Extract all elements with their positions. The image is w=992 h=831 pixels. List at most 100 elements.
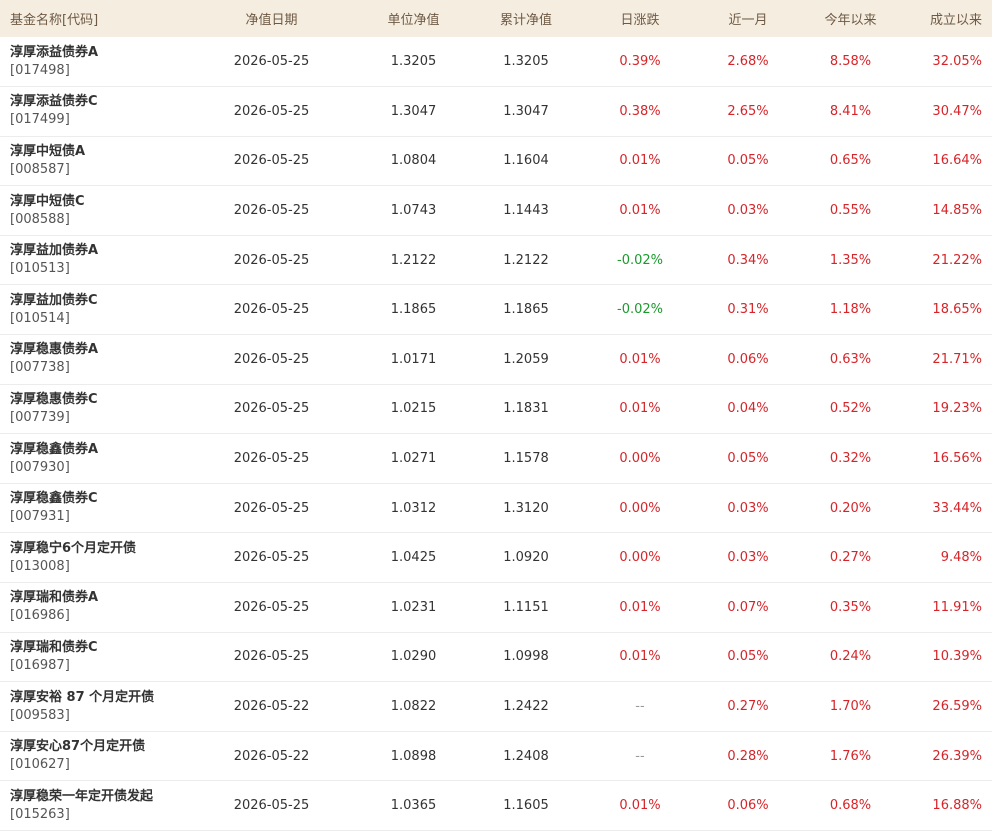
daily-change-cell: 0.01% <box>619 203 661 219</box>
fund-name-link[interactable]: 淳厚稳宁6个月定开债 <box>10 540 186 558</box>
one-month-return-cell: 0.31% <box>727 302 769 318</box>
table-row[interactable]: 淳厚瑞和债券A [016986] 2026-05-25 1.0231 1.1151 0.0… <box>0 583 992 633</box>
ytd-return-cell: 0.32% <box>829 451 872 467</box>
fund-code: [015263] <box>10 806 70 822</box>
header-fund-name[interactable]: 基金名称[代码] <box>0 0 186 37</box>
ytd-return-cell: 0.55% <box>829 203 872 219</box>
daily-change-cell: -0.02% <box>617 302 663 318</box>
header-one-month[interactable]: 近一月 <box>698 0 798 37</box>
fund-name-link[interactable]: 淳厚安心87个月定开债 <box>10 738 186 756</box>
table-row[interactable]: 淳厚安心87个月定开债 [010627] 2026-05-22 1.0898 1.240… <box>0 731 992 781</box>
fund-name-link[interactable]: 淳厚稳鑫债券C <box>10 490 186 508</box>
fund-name-link[interactable]: 淳厚中短债C <box>10 193 186 211</box>
table-row[interactable]: 淳厚稳鑫债券A [007930] 2026-05-25 1.0271 1.1578 0.0… <box>0 434 992 484</box>
since-inception-return-cell: 18.65% <box>932 302 982 318</box>
fund-name-cell: 淳厚中短债A [008587] <box>0 136 186 186</box>
header-acc-nav[interactable]: 累计净值 <box>470 0 582 37</box>
fund-name-cell: 淳厚稳宁6个月定开债 [013008] <box>0 533 186 583</box>
fund-name-link[interactable]: 淳厚益加债券A <box>10 242 186 260</box>
nav-date-cell: 2026-05-25 <box>233 798 310 814</box>
header-since-inception[interactable]: 成立以来 <box>903 0 992 37</box>
table-row[interactable]: 淳厚稳荣一年定开债发起 [015263] 2026-05-25 1.0365 1.160… <box>0 781 992 831</box>
daily-change-cell: 0.01% <box>619 798 661 814</box>
table-row[interactable]: 淳厚益加债券C [010514] 2026-05-25 1.1865 1.1865 -0.… <box>0 285 992 335</box>
unit-nav-cell: 1.2122 <box>390 252 437 268</box>
fund-name-link[interactable]: 淳厚瑞和债券A <box>10 589 186 607</box>
header-ytd[interactable]: 今年以来 <box>798 0 903 37</box>
fund-name-link[interactable]: 淳厚益加债券C <box>10 292 186 310</box>
fund-code: [007738] <box>10 360 70 376</box>
one-month-return-cell: 2.68% <box>727 54 769 70</box>
nav-date-cell: 2026-05-25 <box>233 649 310 665</box>
table-row[interactable]: 淳厚稳鑫债券C [007931] 2026-05-25 1.0312 1.3120 0.0… <box>0 483 992 533</box>
acc-nav-cell: 1.2059 <box>503 351 549 367</box>
header-unit-nav[interactable]: 单位净值 <box>357 0 470 37</box>
acc-nav-cell: 1.2122 <box>503 252 549 268</box>
nav-date-cell: 2026-05-25 <box>233 599 310 615</box>
one-month-return-cell: 0.34% <box>727 252 769 268</box>
one-month-return-cell: 0.05% <box>727 153 769 169</box>
nav-date-cell: 2026-05-25 <box>233 153 310 169</box>
fund-code: [010514] <box>10 310 70 326</box>
acc-nav-cell: 1.3120 <box>503 500 549 516</box>
since-inception-return-cell: 11.91% <box>932 599 982 615</box>
fund-name-link[interactable]: 淳厚稳惠债券C <box>10 391 186 409</box>
acc-nav-cell: 1.0998 <box>503 649 549 665</box>
nav-date-cell: 2026-05-25 <box>233 351 310 367</box>
table-row[interactable]: 淳厚安裕 87 个月定开债 [009583] 2026-05-22 1.0822 1.2… <box>0 682 992 732</box>
daily-change-cell: 0.00% <box>619 500 661 516</box>
fund-code: [017498] <box>10 62 70 78</box>
fund-name-link[interactable]: 淳厚瑞和债券C <box>10 639 186 657</box>
header-nav-date[interactable]: 净值日期 <box>186 0 357 37</box>
ytd-return-cell: 0.68% <box>829 798 872 814</box>
since-inception-return-cell: 21.22% <box>932 252 982 268</box>
nav-date-cell: 2026-05-25 <box>233 500 310 516</box>
table-row[interactable]: 淳厚稳惠债券A [007738] 2026-05-25 1.0171 1.2059 0.0… <box>0 335 992 385</box>
fund-name-link[interactable]: 淳厚稳荣一年定开债发起 <box>10 788 186 806</box>
one-month-return-cell: 0.03% <box>727 500 769 516</box>
ytd-return-cell: 0.35% <box>829 599 872 615</box>
table-row[interactable]: 淳厚益加债券A [010513] 2026-05-25 1.2122 1.2122 -0.… <box>0 235 992 285</box>
fund-name-link[interactable]: 淳厚稳鑫债券A <box>10 441 186 459</box>
fund-nav-table: 基金名称[代码] 净值日期 单位净值 累计净值 日涨跌 近一月 今年以来 成立以… <box>0 0 992 831</box>
header-daily-change[interactable]: 日涨跌 <box>582 0 698 37</box>
one-month-return-cell: 0.28% <box>727 748 769 764</box>
fund-name-link[interactable]: 淳厚添益债券C <box>10 93 186 111</box>
unit-nav-cell: 1.3047 <box>390 103 437 119</box>
ytd-return-cell: 0.24% <box>829 649 872 665</box>
daily-change-cell: 0.01% <box>619 351 661 367</box>
one-month-return-cell: 0.27% <box>727 699 769 715</box>
table-row[interactable]: 淳厚中短债A [008587] 2026-05-25 1.0804 1.1604 0.01… <box>0 136 992 186</box>
ytd-return-cell: 1.35% <box>829 252 872 268</box>
table-row[interactable]: 淳厚中短债C [008588] 2026-05-25 1.0743 1.1443 0.01… <box>0 186 992 236</box>
table-row[interactable]: 淳厚稳惠债券C [007739] 2026-05-25 1.0215 1.1831 0.0… <box>0 384 992 434</box>
fund-name-link[interactable]: 淳厚稳惠债券A <box>10 341 186 359</box>
daily-change-cell: -- <box>635 748 645 764</box>
fund-name-cell: 淳厚添益债券A [017498] <box>0 37 186 87</box>
nav-date-cell: 2026-05-22 <box>233 748 310 764</box>
ytd-return-cell: 8.58% <box>829 54 872 70</box>
fund-name-cell: 淳厚稳惠债券C [007739] <box>0 384 186 434</box>
nav-date-cell: 2026-05-25 <box>233 451 310 467</box>
daily-change-cell: 0.01% <box>619 153 661 169</box>
acc-nav-cell: 1.1443 <box>503 203 549 219</box>
fund-code: [016987] <box>10 657 70 673</box>
ytd-return-cell: 1.70% <box>829 699 872 715</box>
ytd-return-cell: 8.41% <box>829 103 872 119</box>
daily-change-cell: 0.01% <box>619 599 661 615</box>
daily-change-cell: 0.00% <box>619 550 661 566</box>
fund-name-link[interactable]: 淳厚安裕 87 个月定开债 <box>10 689 186 707</box>
table-row[interactable]: 淳厚添益债券A [017498] 2026-05-25 1.3205 1.3205 0.3… <box>0 37 992 87</box>
table-row[interactable]: 淳厚瑞和债券C [016987] 2026-05-25 1.0290 1.0998 0.0… <box>0 632 992 682</box>
table-row[interactable]: 淳厚稳宁6个月定开债 [013008] 2026-05-25 1.0425 1.0920… <box>0 533 992 583</box>
fund-name-link[interactable]: 淳厚添益债券A <box>10 44 186 62</box>
daily-change-cell: 0.39% <box>619 54 661 70</box>
acc-nav-cell: 1.1865 <box>503 302 549 318</box>
one-month-return-cell: 0.05% <box>727 451 769 467</box>
fund-name-cell: 淳厚稳荣一年定开债发起 [015263] <box>0 781 186 831</box>
daily-change-cell: 0.01% <box>619 401 661 417</box>
fund-name-link[interactable]: 淳厚中短债A <box>10 143 186 161</box>
ytd-return-cell: 0.20% <box>829 500 872 516</box>
table-row[interactable]: 淳厚添益债券C [017499] 2026-05-25 1.3047 1.3047 0.3… <box>0 87 992 137</box>
unit-nav-cell: 1.0271 <box>390 451 437 467</box>
